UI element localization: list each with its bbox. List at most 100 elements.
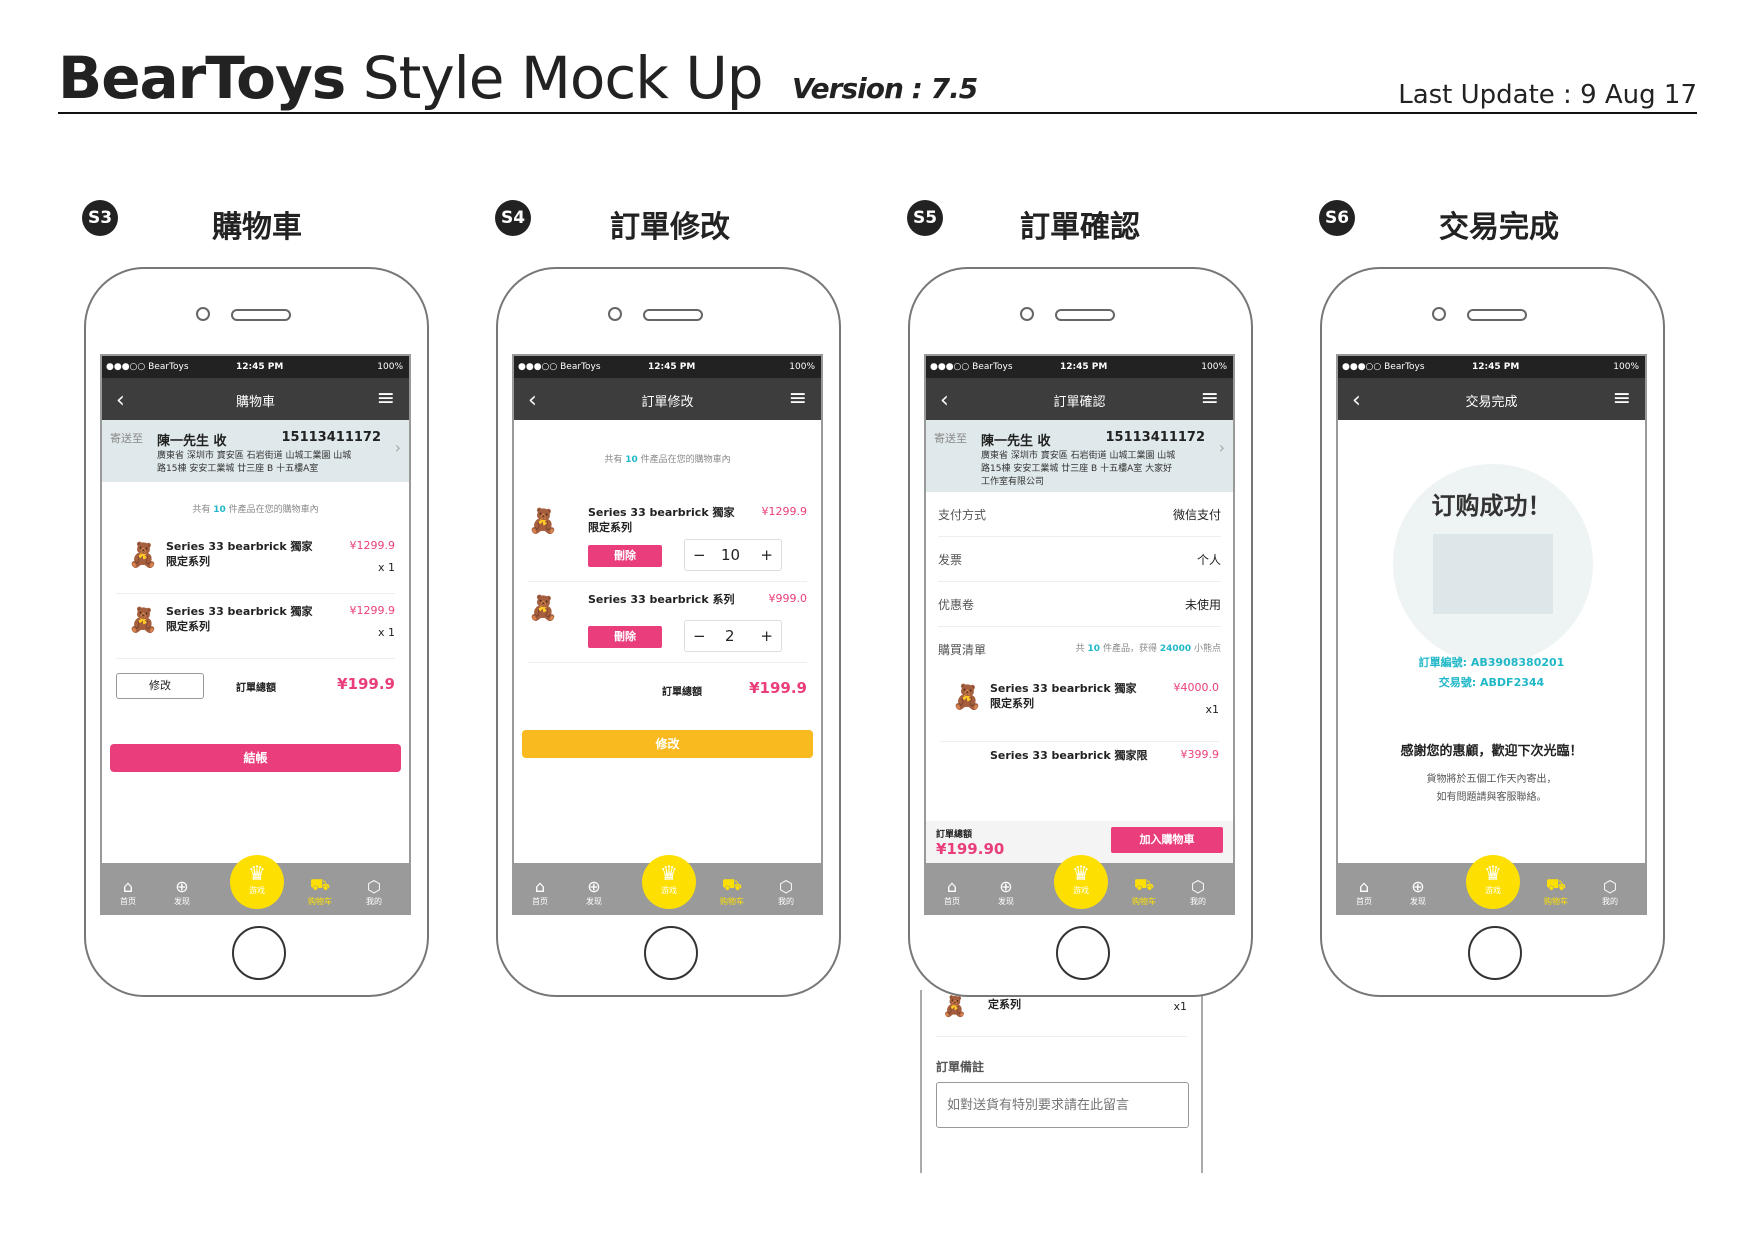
menu-icon[interactable]: ≡: [789, 386, 807, 411]
tab-discover[interactable]: ⊕ 发现: [984, 877, 1028, 907]
home-button[interactable]: [1468, 926, 1522, 980]
tab-game[interactable]: ♛ 游戏: [642, 855, 696, 909]
tab-cart[interactable]: ⛟ 购物车: [298, 875, 342, 907]
tab-cart[interactable]: ⛟ 购物车: [710, 875, 754, 907]
tab-label: 发现: [586, 897, 602, 906]
status-bar: ●●●○○ BearToys 12:45 PM 100%: [926, 356, 1233, 378]
chevron-right-icon: ›: [1218, 438, 1225, 457]
total-amount: ¥199.9: [749, 679, 807, 697]
tab-game[interactable]: ♛ 游戏: [1054, 855, 1108, 909]
badge-s5: S5: [907, 200, 943, 236]
camera: [196, 307, 210, 321]
note-label: 訂單備註: [936, 1060, 985, 1074]
order-note-input[interactable]: [936, 1082, 1189, 1128]
purchase-summary: 共 10 件產品，获得 24000 小熊点: [1076, 641, 1221, 654]
cart-icon: ⛟: [1133, 875, 1155, 894]
tab-mine[interactable]: ⬡ 我的: [352, 877, 396, 907]
count-prefix: 共有: [192, 505, 214, 515]
nav-title: 購物車: [235, 395, 275, 410]
tab-cart[interactable]: ⛟ 购物车: [1122, 875, 1166, 907]
cart-icon: ⛟: [1545, 875, 1567, 894]
tab-game[interactable]: ♛ 游戏: [1466, 855, 1520, 909]
delete-button[interactable]: 刪除: [588, 626, 662, 648]
phone-s6: ●●●○○ BearToys 12:45 PM 100% ‹ 交易完成 ≡ 订购…: [1320, 267, 1665, 997]
tab-discover[interactable]: ⊕ 发现: [572, 877, 616, 907]
cart-icon: ⛟: [309, 875, 331, 894]
total-row: 修改 訂單總額 ¥199.9: [116, 659, 395, 711]
compass-icon: ⊕: [175, 877, 189, 896]
tab-mine[interactable]: ⬡ 我的: [1588, 877, 1632, 907]
tab-mine[interactable]: ⬡ 我的: [764, 877, 808, 907]
last-update: Last Update : 9 Aug 17: [1398, 80, 1697, 110]
add-to-cart-button[interactable]: 加入購物車: [1111, 827, 1223, 853]
confirm-edit-button[interactable]: 修改: [522, 730, 813, 758]
cart-item[interactable]: 🧸 Series 33 bearbrick 獨家限定系列 ¥1299.9 x 1: [116, 594, 395, 659]
title-s4: 訂單修改: [610, 210, 730, 245]
tab-mine[interactable]: ⬡ 我的: [1176, 877, 1220, 907]
bear-icon: ♛: [660, 861, 678, 885]
trade-number: 交易號: ABDF2344: [1438, 676, 1545, 689]
edit-button[interactable]: 修改: [116, 673, 204, 699]
carrier: ●●●○○ BearToys: [1342, 362, 1425, 372]
address-block[interactable]: 寄送至 陳一先生 收 15113411172 廣東省 深圳市 寶安區 石岩街道 …: [102, 420, 409, 482]
menu-icon[interactable]: ≡: [1613, 386, 1631, 411]
bear-icon: ♛: [248, 861, 266, 885]
compass-icon: ⊕: [999, 877, 1013, 896]
tab-game[interactable]: ♛ 游戏: [230, 855, 284, 909]
tab-label: 购物车: [1132, 897, 1156, 906]
home-icon: ⌂: [534, 877, 546, 896]
plus-icon[interactable]: +: [760, 546, 773, 564]
title-s3: 購物車: [212, 210, 302, 245]
tab-cart[interactable]: ⛟ 购物车: [1534, 875, 1578, 907]
home-button[interactable]: [1056, 926, 1110, 980]
header-title: Style Mock Up: [362, 44, 764, 112]
address-block[interactable]: 寄送至 陳一先生 收 15113411172 廣東省 深圳市 寶安區 石岩街道 …: [926, 420, 1233, 492]
payment-row[interactable]: 支付方式 微信支付: [938, 492, 1221, 537]
compass-icon: ⊕: [1411, 877, 1425, 896]
delete-button[interactable]: 刪除: [588, 545, 662, 567]
tab-home[interactable]: ⌂ 首页: [930, 877, 974, 907]
plus-icon[interactable]: +: [760, 627, 773, 645]
tab-home[interactable]: ⌂ 首页: [1342, 877, 1386, 907]
item-name: Series 33 bearbrick 獨家限定系列: [166, 540, 313, 568]
home-button[interactable]: [232, 926, 286, 980]
tab-discover[interactable]: ⊕ 发现: [160, 877, 204, 907]
toy-icon: 🧸: [952, 683, 982, 711]
tab-home[interactable]: ⌂ 首页: [106, 877, 150, 907]
coupon-row[interactable]: 优惠卷 未使用: [938, 582, 1221, 627]
quantity-stepper[interactable]: − 10 +: [684, 539, 782, 571]
minus-icon[interactable]: −: [693, 546, 706, 564]
summary-count: 10: [1087, 644, 1101, 654]
invoice-row[interactable]: 发票 个人: [938, 537, 1221, 582]
user-icon: ⬡: [367, 877, 381, 896]
invoice-label: 发票: [938, 553, 963, 567]
speaker: [1467, 309, 1527, 321]
status-bar: ●●●○○ BearToys 12:45 PM 100%: [102, 356, 409, 378]
tab-label: 我的: [1602, 897, 1618, 906]
bear-icon: ♛: [1072, 861, 1090, 885]
total-row: 訂單總額 ¥199.9: [528, 663, 807, 713]
menu-icon[interactable]: ≡: [377, 386, 395, 411]
tab-label: 首页: [1356, 897, 1372, 906]
tab-label: 我的: [778, 897, 794, 906]
item-price: ¥4000.0: [1173, 681, 1220, 694]
nav-bar: ‹ 購物車 ≡: [102, 378, 409, 420]
tab-label: 游戏: [1485, 886, 1501, 895]
purchase-list-label: 購買清單: [938, 643, 987, 657]
clock: 12:45 PM: [1060, 362, 1108, 372]
status-bar: ●●●○○ BearToys 12:45 PM 100%: [1338, 356, 1645, 378]
home-icon: ⌂: [1358, 877, 1370, 896]
quantity-stepper[interactable]: − 2 +: [684, 620, 782, 652]
tab-label: 首页: [120, 897, 136, 906]
home-button[interactable]: [644, 926, 698, 980]
menu-icon[interactable]: ≡: [1201, 386, 1219, 411]
payment-label: 支付方式: [938, 508, 987, 522]
cart-item[interactable]: 🧸 Series 33 bearbrick 獨家限定系列 ¥1299.9 x 1: [116, 529, 395, 594]
recipient-name: 陳一先生 收: [157, 434, 227, 449]
tab-home[interactable]: ⌂ 首页: [518, 877, 562, 907]
tab-discover[interactable]: ⊕ 发现: [1396, 877, 1440, 907]
contact-note: 如有問題請與客服聯絡。: [1436, 792, 1547, 803]
speaker: [1055, 309, 1115, 321]
minus-icon[interactable]: −: [693, 627, 706, 645]
checkout-button[interactable]: 結帳: [110, 744, 401, 772]
